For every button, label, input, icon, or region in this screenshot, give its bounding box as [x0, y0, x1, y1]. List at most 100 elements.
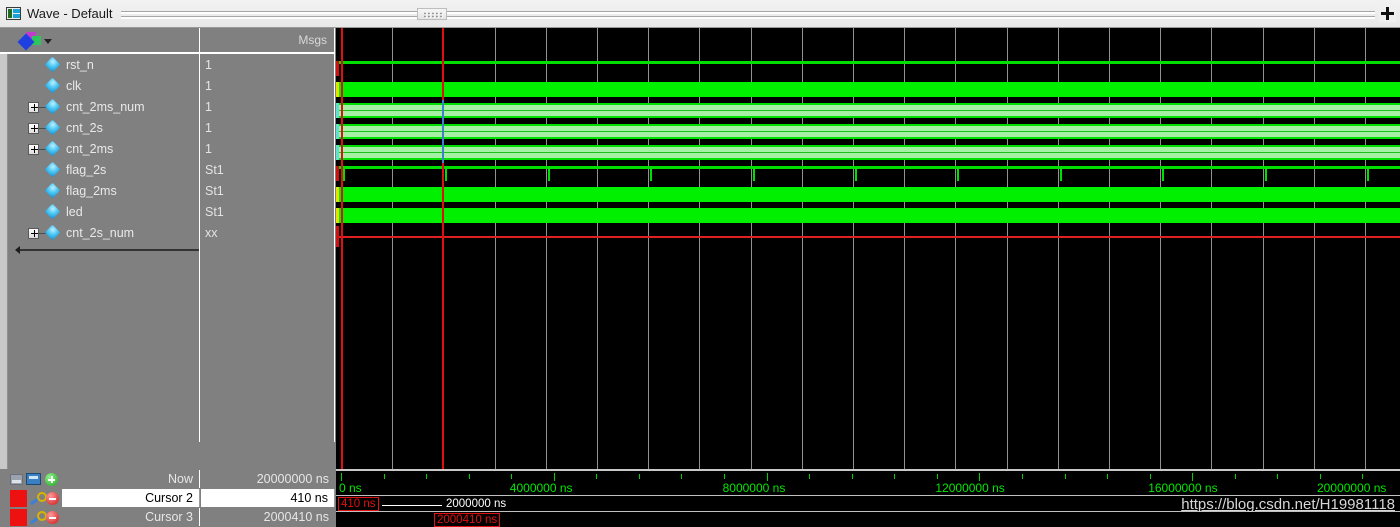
signal-value-row: 1 [200, 138, 334, 159]
axis-tick-major [979, 473, 980, 481]
add-cursor-icon[interactable] [45, 473, 58, 486]
signal-value: 1 [205, 99, 212, 114]
axis-tick-minor [1277, 474, 1278, 479]
expand-cnt_2s_num-icon[interactable] [28, 228, 39, 239]
left-rail [0, 28, 8, 527]
axis-tick-minor [1022, 474, 1023, 479]
value-column-header: Msgs [200, 28, 335, 54]
signal-value-row: 1 [200, 54, 334, 75]
signal-row[interactable]: rst_n [14, 54, 199, 75]
cursor-row-0[interactable]: Now 20000000 ns [0, 470, 336, 489]
msgs-header-label: Msgs [298, 33, 327, 47]
axis-tick-minor [511, 474, 512, 479]
signal-diamond-icon [44, 182, 61, 199]
maximize-plus-icon[interactable] [1379, 5, 1396, 22]
wave-window: Wave - Default Msgs rst_nclk cnt_2ms_numc… [0, 0, 1400, 527]
waveform-row-cnt_2ms_num [336, 100, 1400, 121]
expand-cnt_2ms_num-icon[interactable] [28, 102, 39, 113]
signal-name-label: cnt_2s_num [66, 225, 135, 240]
cursor-line-3[interactable] [442, 28, 444, 469]
watermark-url: https://blog.csdn.net/H19981118 [1181, 496, 1395, 513]
axis-label: 20000000 ns [1317, 481, 1387, 495]
signal-value: St1 [205, 162, 224, 177]
lock-icon[interactable] [10, 509, 27, 526]
window-title-bar: Wave - Default [0, 0, 1400, 28]
signal-name-label: cnt_2ms_num [66, 99, 145, 114]
axis-tick-minor [681, 474, 682, 479]
waveform-canvas[interactable] [336, 28, 1400, 469]
cursor-time: 20000000 ns [256, 472, 329, 486]
waveform-row-led [336, 205, 1400, 226]
signal-name-label: flag_2s [66, 162, 107, 177]
axis-tick-minor [469, 474, 470, 479]
cursor3-time-tag[interactable]: 2000410 ns [434, 513, 501, 527]
expand-cnt_2ms-icon[interactable] [28, 144, 39, 155]
cursor-row-icons [10, 508, 62, 527]
axis-tick-minor [1150, 474, 1151, 479]
signal-selector-icon[interactable] [17, 32, 52, 51]
cursor-line-3-bus-overlay [442, 100, 444, 163]
signal-value: xx [205, 225, 218, 240]
time-axis[interactable]: 0 ns 4000000 ns 8000000 ns 12000000 ns 16000… [336, 469, 1400, 495]
signal-row[interactable]: cnt_2ms_num [14, 96, 199, 117]
panel-drag-grip[interactable] [416, 7, 447, 20]
cursor2-delta-line [382, 505, 442, 506]
axis-tick-minor [1065, 474, 1066, 479]
names-horizontal-scrollbar[interactable] [15, 246, 199, 255]
waveform-row-cnt_2s [336, 121, 1400, 142]
window-icon[interactable] [26, 473, 41, 485]
cursor-label: Cursor 2 [62, 489, 200, 507]
delete-icon[interactable] [46, 492, 59, 505]
signal-row[interactable]: cnt_2s_num [14, 222, 199, 243]
delete-icon[interactable] [46, 511, 59, 524]
axis-tick-minor [937, 474, 938, 479]
signal-value: 1 [205, 141, 212, 156]
signal-name-label: clk [66, 78, 82, 93]
axis-tick-minor [384, 474, 385, 479]
cursor-line-2[interactable] [341, 28, 343, 469]
cursor-row-2[interactable]: Cursor 3 2000410 ns [0, 508, 336, 527]
axis-tick-minor [596, 474, 597, 479]
axis-label: 12000000 ns [935, 481, 1005, 495]
lock-icon[interactable] [10, 490, 27, 507]
wave-window-icon [6, 7, 21, 20]
expand-cnt_2s-icon[interactable] [28, 123, 39, 134]
cursor-delta-label: 2000000 ns [446, 498, 507, 510]
signal-value: 1 [205, 120, 212, 135]
signal-row[interactable]: cnt_2ms [14, 138, 199, 159]
signal-row[interactable]: led [14, 201, 199, 222]
cursor-time: 410 ns [201, 489, 335, 507]
signal-value-row: 1 [200, 96, 334, 117]
chevron-down-icon[interactable] [44, 39, 52, 44]
signal-diamond-icon [44, 98, 61, 115]
signal-row[interactable]: flag_2ms [14, 180, 199, 201]
signal-row[interactable]: cnt_2s [14, 117, 199, 138]
signal-diamond-icon [44, 140, 61, 157]
cursor-label: Cursor 3 [62, 508, 200, 526]
wrench-icon[interactable] [29, 511, 47, 524]
signal-diamond-icon [44, 161, 61, 178]
axis-tick-major [341, 473, 342, 481]
axis-tick-minor [1107, 474, 1108, 479]
signal-row[interactable]: flag_2s [14, 159, 199, 180]
signal-value-row: 1 [200, 117, 334, 138]
cursor2-time-tag[interactable]: 410 ns [338, 497, 379, 511]
cursor-row-1[interactable]: Cursor 2 410 ns [0, 489, 336, 508]
snap-icon[interactable] [10, 474, 23, 485]
waveform-row-cnt_2s_num [336, 226, 1400, 247]
axis-tick-minor [426, 474, 427, 479]
signal-row[interactable]: clk [14, 75, 199, 96]
cursor3-ruler[interactable]: 2000410 ns [336, 512, 1400, 527]
axis-label: 8000000 ns [722, 481, 786, 495]
axis-tick-minor [1320, 474, 1321, 479]
axis-label: 0 ns [339, 481, 362, 495]
signal-value: 1 [205, 78, 212, 93]
signal-name-label: cnt_2s [66, 120, 103, 135]
waveform-row-flag_2ms [336, 184, 1400, 205]
cursor-time: 2000410 ns [263, 510, 329, 524]
signal-value: St1 [205, 204, 224, 219]
axis-tick-minor [894, 474, 895, 479]
wrench-icon[interactable] [29, 492, 47, 505]
axis-tick-major [767, 473, 768, 481]
signal-name-label: led [66, 204, 83, 219]
